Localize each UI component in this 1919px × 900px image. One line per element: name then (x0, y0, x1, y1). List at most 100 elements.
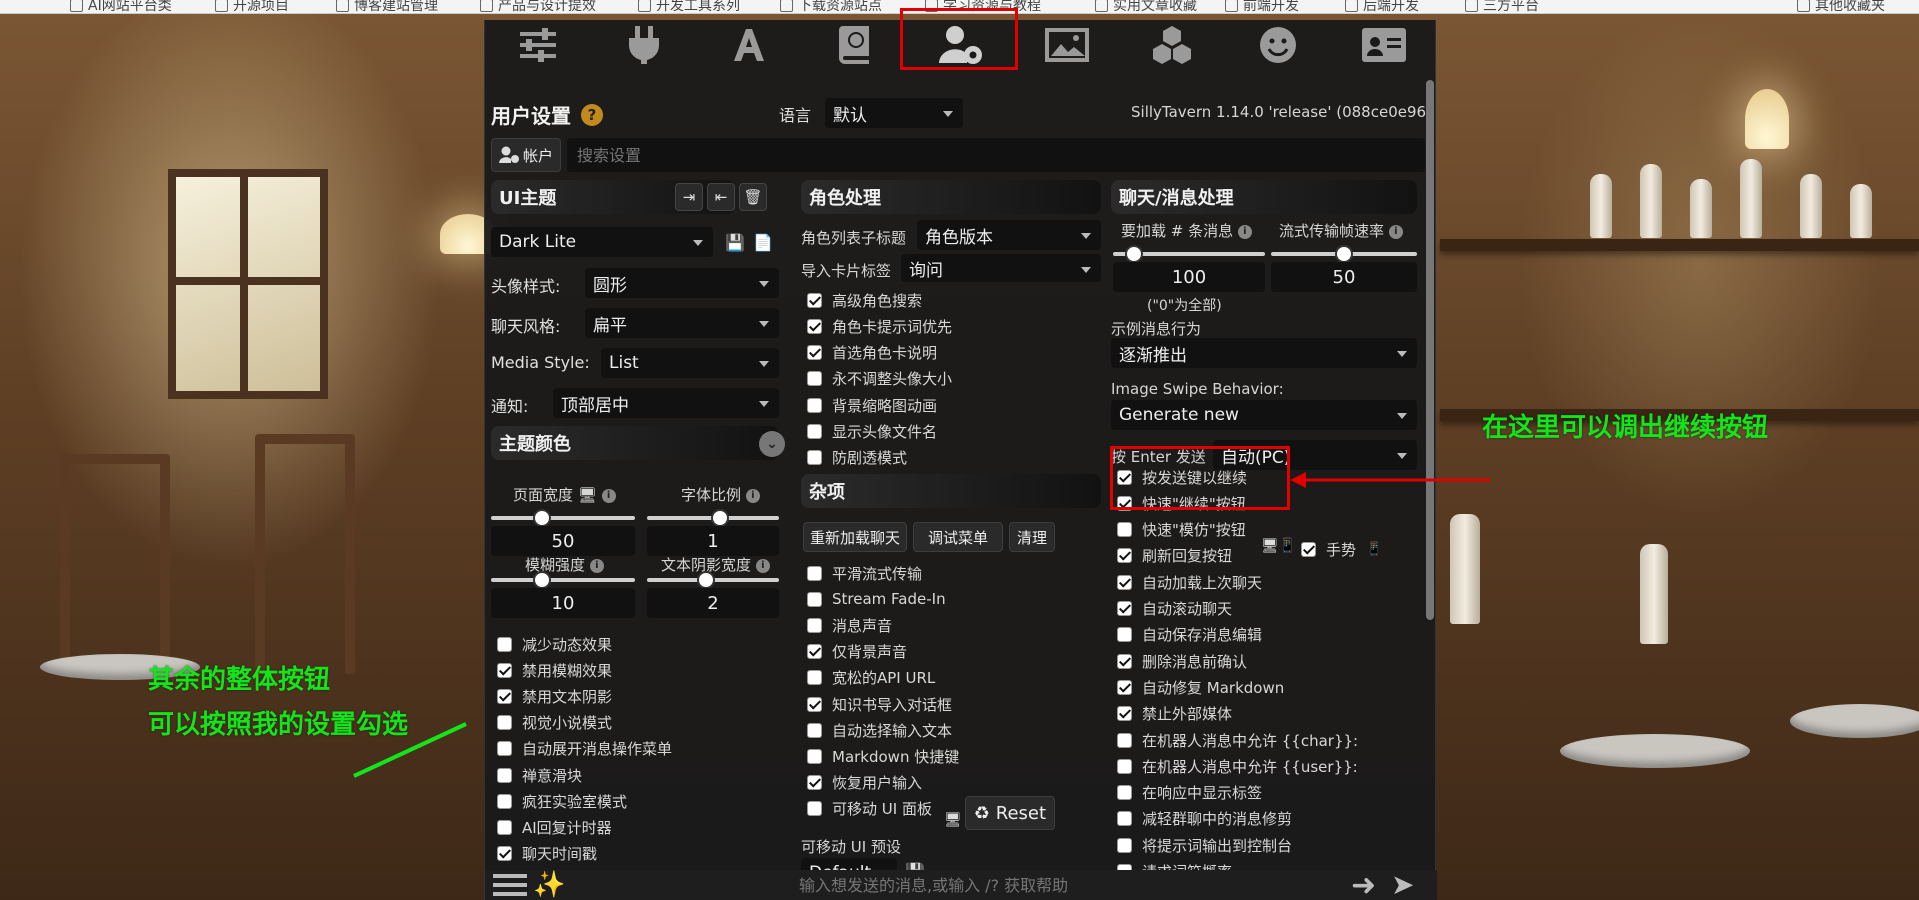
swipe-gesture-checkbox[interactable]: 手势 📱 (1301, 538, 1382, 560)
send-icon[interactable]: ➤ (1391, 868, 1414, 900)
option-checkbox[interactable]: 可移动 UI 面板 (807, 798, 932, 820)
help-icon[interactable]: ? (581, 103, 603, 126)
option-checkbox[interactable]: 自动展开消息操作菜单 (497, 738, 672, 760)
option-checkbox[interactable]: 在响应中显示标签 (1117, 782, 1262, 804)
checkbox[interactable] (1117, 574, 1132, 590)
account-button[interactable]: 帐户 (491, 138, 561, 172)
option-checkbox[interactable]: 疯狂实验室模式 (497, 790, 627, 812)
reload-chat-button[interactable]: 重新加载聊天 (803, 522, 907, 552)
checkbox[interactable] (807, 801, 822, 817)
option-checkbox[interactable]: 知识书导入对话框 (807, 693, 952, 715)
checkbox[interactable] (1117, 758, 1132, 774)
option-checkbox[interactable]: 自动保存消息编辑 (1117, 624, 1262, 646)
checkbox[interactable] (807, 292, 822, 308)
option-checkbox[interactable]: 自动加载上次聊天 (1117, 571, 1262, 593)
checkbox[interactable] (1301, 541, 1316, 557)
checkbox[interactable] (1117, 653, 1132, 669)
option-checkbox[interactable]: Markdown 快捷键 (807, 745, 959, 767)
checkbox[interactable] (497, 715, 512, 731)
magic-wand-icon[interactable]: ✨ (533, 870, 565, 900)
checkbox[interactable] (1117, 811, 1132, 827)
option-checkbox[interactable]: 请求词符概率 (1117, 861, 1232, 870)
char-list-select[interactable]: 角色版本 (917, 220, 1101, 250)
checkbox[interactable] (807, 371, 822, 387)
option-checkbox[interactable]: AI回复计时器 (497, 816, 612, 838)
image-icon[interactable] (1041, 23, 1093, 67)
plug-icon[interactable] (618, 23, 670, 67)
info-icon[interactable]: i (589, 558, 604, 573)
theme-colors-header[interactable]: 主题颜色 (491, 426, 779, 460)
option-checkbox[interactable]: 禁用文本阴影 (497, 685, 612, 707)
message-input[interactable] (569, 872, 1319, 898)
option-checkbox[interactable]: 平滑流式传输 (807, 562, 922, 584)
bookmark-item[interactable]: 产品与设计提效 (480, 0, 596, 13)
load-messages-slider[interactable] (1113, 245, 1265, 263)
checkbox[interactable] (497, 636, 512, 652)
new-file-icon[interactable]: 📄 (751, 229, 775, 255)
option-checkbox[interactable]: 减少动态效果 (497, 633, 612, 655)
checkbox[interactable] (1117, 522, 1132, 538)
checkbox[interactable] (1117, 548, 1132, 564)
slider-handle[interactable] (533, 509, 551, 527)
option-checkbox[interactable]: 消息声音 (807, 614, 892, 636)
language-select[interactable]: 默认 (825, 98, 963, 128)
checkbox[interactable] (1117, 627, 1132, 643)
checkbox[interactable] (1117, 601, 1132, 616)
checkbox[interactable] (807, 565, 822, 581)
bookmark-item[interactable]: 前端开发 (1225, 0, 1299, 13)
notify-select[interactable]: 顶部居中 (553, 388, 779, 418)
menu-icon[interactable] (493, 872, 527, 898)
reset-button[interactable]: ♻ Reset (965, 796, 1055, 830)
bookmark-item[interactable]: 开发工具系列 (638, 0, 740, 13)
checkbox[interactable] (807, 644, 822, 660)
info-icon[interactable]: i (755, 558, 770, 573)
option-checkbox[interactable]: 高级角色搜索 (807, 289, 922, 311)
blur-slider[interactable] (491, 571, 635, 589)
checkbox[interactable] (807, 345, 822, 361)
chevron-down-icon[interactable]: ⌄ (759, 431, 785, 457)
blur-value[interactable]: 10 (491, 588, 635, 618)
preset-select[interactable]: Default (801, 858, 897, 870)
info-icon[interactable]: i (601, 488, 616, 503)
checkbox[interactable] (1117, 837, 1132, 853)
delete-theme-icon[interactable]: 🗑 (739, 183, 767, 211)
export-theme-icon[interactable]: ⇤ (707, 183, 735, 211)
checkbox[interactable] (807, 318, 822, 334)
checkbox[interactable] (807, 397, 822, 413)
smile-icon[interactable] (1252, 23, 1304, 67)
option-checkbox[interactable]: 恢复用户输入 (807, 772, 922, 794)
checkbox[interactable] (807, 450, 822, 466)
slider-handle[interactable] (697, 571, 715, 589)
option-checkbox[interactable]: 自动选择输入文本 (807, 719, 952, 741)
info-icon[interactable]: i (745, 488, 760, 503)
option-checkbox[interactable]: 显示头像文件名 (807, 421, 937, 443)
example-behavior-select[interactable]: 逐渐推出 (1111, 338, 1417, 368)
option-checkbox[interactable]: 永不调整头像大小 (807, 368, 952, 390)
slider-handle[interactable] (533, 571, 551, 589)
info-icon[interactable]: i (1237, 224, 1252, 239)
option-checkbox[interactable]: 背景缩略图动画 (807, 394, 937, 416)
checkbox[interactable] (807, 775, 822, 791)
font-icon[interactable] (723, 23, 775, 67)
book-globe-icon[interactable] (829, 23, 881, 67)
checkbox[interactable] (807, 617, 822, 633)
save-icon[interactable]: 💾 (723, 229, 747, 255)
option-checkbox[interactable]: 快速"模仿"按钮 (1117, 519, 1246, 541)
checkbox[interactable] (497, 688, 512, 704)
font-scale-value[interactable]: 1 (647, 526, 779, 556)
chat-style-select[interactable]: 扁平 (585, 308, 779, 338)
option-checkbox[interactable]: 将提示词输出到控制台 (1117, 834, 1292, 856)
bookmark-item[interactable]: 其他收藏夹 (1797, 0, 1885, 13)
search-input[interactable] (567, 138, 1425, 172)
checkbox[interactable] (807, 722, 822, 738)
swipe-behavior-select[interactable]: Generate new (1111, 400, 1417, 430)
load-messages-value[interactable]: 100 (1113, 262, 1265, 292)
clear-button[interactable]: 清理 (1009, 522, 1055, 552)
checkbox[interactable] (1117, 732, 1132, 748)
checkbox[interactable] (807, 670, 822, 686)
checkbox[interactable] (807, 748, 822, 764)
option-checkbox[interactable]: 视觉小说模式 (497, 712, 612, 734)
option-checkbox[interactable]: 禅意滑块 (497, 764, 582, 786)
bookmark-item[interactable]: AI网站平台类 (70, 0, 172, 13)
slider-handle[interactable] (1125, 245, 1143, 263)
